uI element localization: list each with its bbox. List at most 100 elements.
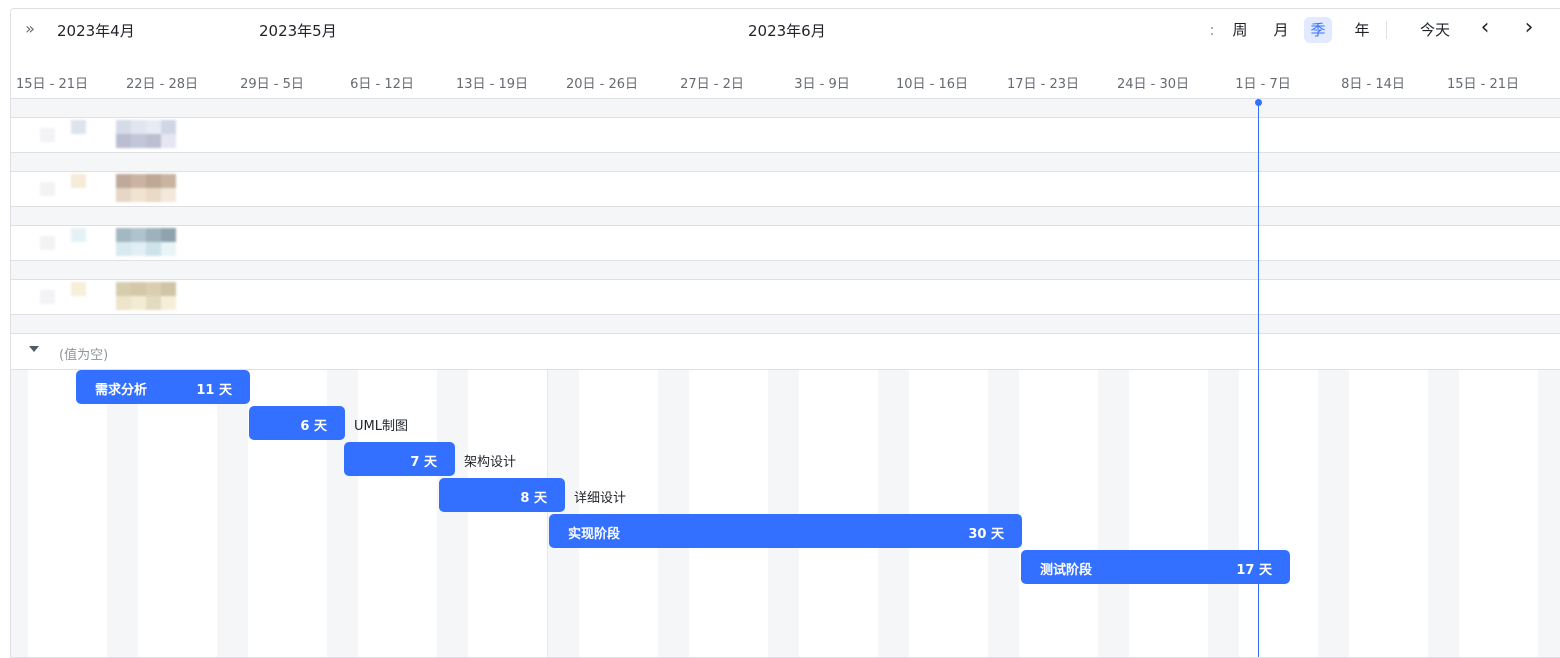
timeline-body: 需求分析 11 天 6 天 UML制图 7 天 架构设计 8 天 详细设计 实现… (11, 370, 1560, 657)
weekend-shade (437, 370, 469, 657)
task-name: 实现阶段 (568, 527, 621, 542)
pixel-block (131, 120, 146, 134)
view-quarter-button[interactable]: 季 (1304, 17, 1332, 43)
group-row[interactable] (11, 225, 1560, 261)
pixel-block (161, 174, 176, 188)
pixel-block (71, 120, 86, 134)
task-duration: 17 天 (1236, 563, 1272, 578)
weekend-shade (217, 370, 249, 657)
pixel-block (71, 228, 86, 242)
pixel-block (161, 282, 176, 296)
week-label: 22日 - 28日 (125, 77, 199, 92)
today-line (1258, 101, 1259, 657)
pixel-block (131, 242, 146, 256)
group-row[interactable] (11, 279, 1560, 315)
task-name: 架构设计 (464, 455, 517, 470)
divider (1386, 21, 1387, 39)
pixel-block (131, 228, 146, 242)
group-row[interactable] (11, 117, 1560, 153)
task-duration: 7 天 (410, 455, 437, 470)
blurred-group-label (11, 272, 216, 324)
pixel-block (146, 228, 161, 242)
task-duration: 30 天 (968, 527, 1004, 542)
task-bar[interactable]: 7 天 (344, 442, 455, 476)
weekend-shade (1538, 370, 1560, 657)
month-label: 2023年4月 (57, 22, 135, 40)
view-week-button[interactable]: 周 (1222, 17, 1258, 43)
week-label: 10日 - 16日 (895, 77, 969, 92)
pixel-block (40, 128, 55, 142)
chevron-left-icon[interactable]: ‹ (1470, 17, 1500, 43)
empty-value-group[interactable]: (值为空) (11, 333, 1560, 370)
pixel-block (146, 188, 161, 202)
task-bar[interactable]: 需求分析 11 天 (76, 370, 250, 404)
week-label: 27日 - 2日 (680, 77, 744, 92)
pixel-block (71, 174, 86, 188)
week-label: 1日 - 7日 (1235, 77, 1291, 92)
pixel-block (71, 282, 86, 296)
week-label: 17日 - 23日 (1006, 77, 1080, 92)
weekend-shade (107, 370, 139, 657)
task-name: UML制图 (354, 419, 408, 434)
pixel-block (116, 242, 131, 256)
weekend-shade (1098, 370, 1129, 657)
pixel-block (161, 242, 176, 256)
pixel-block (131, 174, 146, 188)
expand-sidebar-icon[interactable]: » (19, 19, 41, 41)
pixel-block (131, 282, 146, 296)
timeline-header: » 2023年4月 2023年5月 2023年6月 15日 - 21日 22日 … (11, 9, 1560, 99)
week-label: 6日 - 12日 (350, 77, 414, 92)
group-row[interactable] (11, 171, 1560, 207)
chevron-right-icon[interactable]: › (1514, 17, 1544, 43)
weekend-shade (11, 370, 28, 657)
month-label: 2023年6月 (748, 22, 826, 40)
task-duration: 11 天 (196, 383, 232, 398)
view-controls: : 周 月 季 年 今天 ‹ › (1208, 17, 1560, 43)
task-bar[interactable]: 实现阶段 30 天 (549, 514, 1022, 548)
group-section (11, 99, 1560, 334)
pixel-block (146, 296, 161, 310)
week-label: 20日 - 26日 (565, 77, 639, 92)
caret-down-icon[interactable] (29, 346, 39, 352)
pixel-block (146, 174, 161, 188)
pixel-block (40, 236, 55, 250)
pixel-block (40, 290, 55, 304)
blurred-group-label (11, 164, 216, 216)
week-label: 13日 - 19日 (455, 77, 529, 92)
today-button[interactable]: 今天 (1413, 17, 1457, 43)
week-label: 3日 - 9日 (794, 77, 850, 92)
pixel-block (116, 296, 131, 310)
week-label: 29日 - 5日 (240, 77, 304, 92)
pixel-block (146, 242, 161, 256)
task-duration: 8 天 (520, 491, 547, 506)
pixel-block (146, 282, 161, 296)
weekend-shade (1208, 370, 1240, 657)
blurred-group-label (11, 110, 216, 162)
view-year-button[interactable]: 年 (1344, 17, 1380, 43)
pixel-block (116, 134, 131, 148)
pixel-block (161, 296, 176, 310)
pixel-block (116, 188, 131, 202)
group-label: (值为空) (59, 348, 109, 363)
pixel-block (161, 228, 176, 242)
task-bar[interactable]: 8 天 (439, 478, 565, 512)
blurred-group-label (11, 218, 216, 270)
pixel-block (161, 188, 176, 202)
view-month-button[interactable]: 月 (1263, 17, 1299, 43)
task-duration: 6 天 (300, 419, 327, 434)
weekend-shade (1428, 370, 1460, 657)
pixel-block (131, 134, 146, 148)
task-bar[interactable]: 6 天 (249, 406, 345, 440)
truncated-view-option: : (1209, 21, 1215, 39)
weekend-shade (1318, 370, 1350, 657)
pixel-block (40, 182, 55, 196)
pixel-block (116, 174, 131, 188)
pixel-block (116, 228, 131, 242)
month-label: 2023年5月 (259, 22, 337, 40)
pixel-block (116, 282, 131, 296)
pixel-block (131, 188, 146, 202)
task-bar[interactable]: 测试阶段 17 天 (1021, 550, 1290, 584)
pixel-block (146, 134, 161, 148)
today-marker (1255, 99, 1262, 106)
task-name: 测试阶段 (1040, 563, 1093, 578)
